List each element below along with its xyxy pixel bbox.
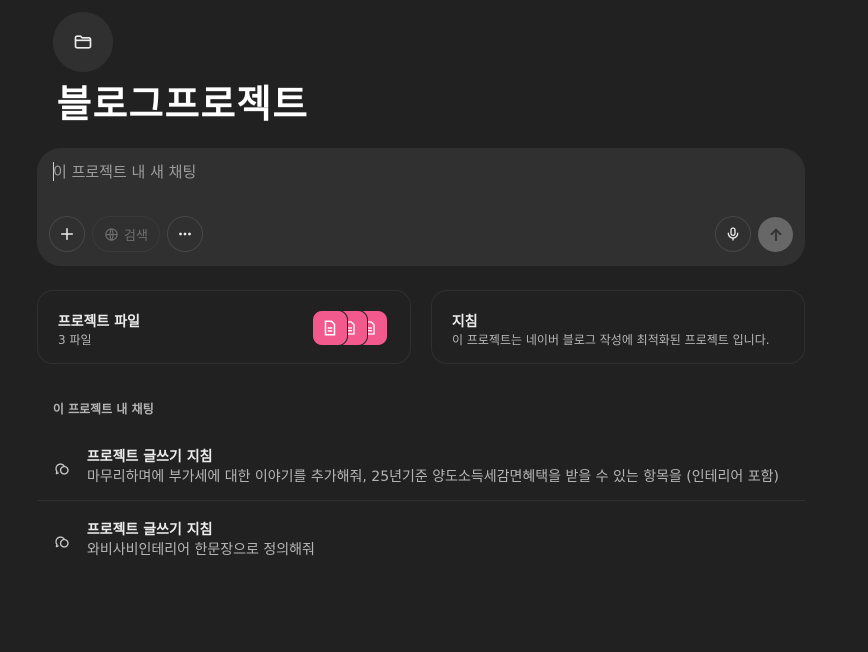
project-page: 블로그프로젝트 검색 — [0, 0, 868, 652]
project-folder-button[interactable] — [53, 12, 113, 72]
project-guide-title: 지침 — [452, 314, 478, 330]
chat-composer: 검색 — [37, 148, 805, 266]
project-chats-heading: 이 프로젝트 내 채팅 — [53, 402, 154, 416]
chat-list-item[interactable]: 프로젝트 글쓰기 지침 와비사비인테리어 한문장으로 정의해줘 — [37, 510, 805, 574]
page-title: 블로그프로젝트 — [57, 82, 309, 126]
chat-title: 프로젝트 글쓰기 지침 — [87, 522, 213, 538]
chat-bubbles-icon — [55, 536, 69, 548]
chat-title: 프로젝트 글쓰기 지침 — [87, 449, 213, 465]
document-icon — [324, 320, 336, 336]
text-caret — [53, 162, 54, 181]
file-chip — [312, 310, 348, 346]
chat-bubbles-icon — [55, 463, 69, 475]
project-guide-text: 이 프로젝트는 네이버 블로그 작성에 최적화된 프로젝트 입니다. — [452, 333, 770, 347]
arrow-up-icon — [770, 228, 781, 241]
voice-input-button[interactable] — [715, 216, 751, 252]
search-button-label: 검색 — [124, 227, 148, 243]
project-files-card[interactable]: 프로젝트 파일 3 파일 — [37, 290, 411, 364]
add-attachment-button[interactable] — [49, 216, 85, 252]
folder-icon — [74, 35, 92, 49]
file-thumbnail-stack — [312, 310, 392, 346]
microphone-icon — [727, 227, 739, 241]
more-options-button[interactable] — [167, 216, 203, 252]
plus-icon — [61, 228, 73, 240]
project-guide-card[interactable]: 지침 이 프로젝트는 네이버 블로그 작성에 최적화된 프로젝트 입니다. — [431, 290, 805, 364]
project-files-title: 프로젝트 파일 — [58, 314, 141, 330]
chat-snippet: 와비사비인테리어 한문장으로 정의해줘 — [87, 542, 315, 558]
globe-icon — [105, 227, 118, 241]
new-chat-input[interactable] — [53, 160, 653, 184]
chat-list-item[interactable]: 프로젝트 글쓰기 지침 마무리하며에 부가세에 대한 이야기를 추가해줘, 25… — [37, 437, 805, 501]
send-button[interactable] — [758, 217, 793, 252]
more-icon — [179, 232, 191, 236]
search-button[interactable]: 검색 — [92, 216, 160, 252]
chat-snippet: 마무리하며에 부가세에 대한 이야기를 추가해줘, 25년기준 양도소득세감면혜… — [87, 469, 779, 485]
